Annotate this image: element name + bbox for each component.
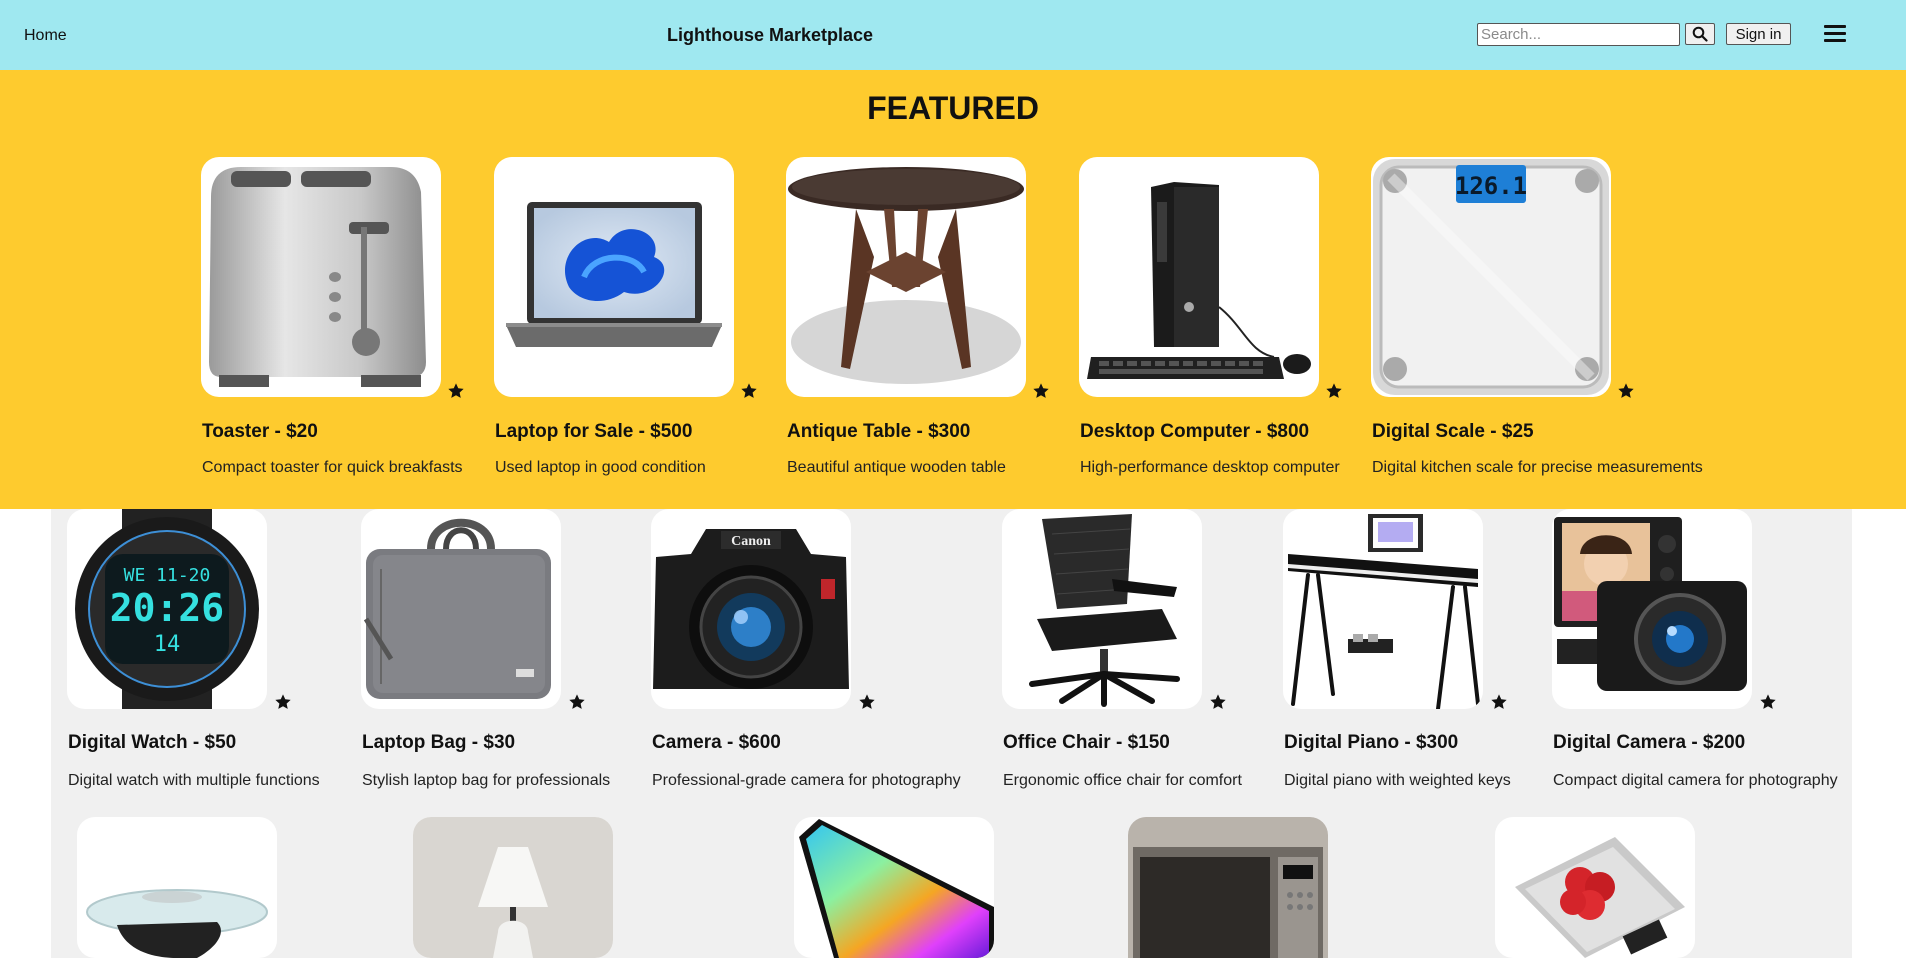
product-title[interactable]: Laptop Bag - $30 (362, 732, 515, 754)
product-title[interactable]: Digital Piano - $300 (1284, 732, 1458, 754)
favorite-star-icon[interactable] (1617, 382, 1635, 400)
piano-image[interactable] (1283, 509, 1483, 709)
product-description: Used laptop in good condition (495, 459, 706, 476)
product-title[interactable]: Camera - $600 (652, 732, 781, 754)
watch-display-main: 20:26 (110, 586, 224, 630)
monitor-image[interactable] (794, 817, 994, 958)
search-icon (1692, 26, 1708, 42)
favorite-star-icon[interactable] (1759, 693, 1777, 711)
product-description: Digital watch with multiple functions (68, 772, 320, 789)
product-description: Beautiful antique wooden table (787, 459, 1006, 476)
top-navbar: Home Lighthouse Marketplace Sign in (0, 0, 1906, 70)
camera-image[interactable]: Canon (651, 509, 851, 709)
favorite-star-icon[interactable] (858, 693, 876, 711)
kitchen-scale-image[interactable] (1495, 817, 1695, 958)
favorite-star-icon[interactable] (1209, 693, 1227, 711)
site-title: Lighthouse Marketplace (667, 25, 874, 45)
product-description: Stylish laptop bag for professionals (362, 772, 611, 789)
glass-table-image[interactable] (77, 817, 277, 958)
product-description: High-performance desktop computer (1080, 459, 1340, 476)
laptop-bag-image[interactable] (361, 509, 561, 709)
product-title[interactable]: Digital Camera - $200 (1553, 732, 1745, 754)
watch-display-top: WE 11-20 (124, 565, 211, 586)
product-title[interactable]: Office Chair - $150 (1003, 732, 1170, 754)
favorite-star-icon[interactable] (1490, 693, 1508, 711)
featured-heading: FEATURED (867, 90, 1039, 126)
product-title[interactable]: Digital Watch - $50 (68, 732, 236, 754)
laptop-image[interactable] (494, 157, 734, 397)
favorite-star-icon[interactable] (274, 693, 292, 711)
table-image[interactable] (786, 157, 1026, 397)
lamp-image[interactable] (413, 817, 613, 958)
product-title[interactable]: Laptop for Sale - $500 (495, 421, 692, 443)
featured-section: FEATURED Toaster - $20 Compact toaster f… (0, 70, 1906, 509)
hamburger-menu-button[interactable] (1824, 24, 1848, 46)
product-description: Ergonomic office chair for comfort (1003, 772, 1242, 789)
product-title[interactable]: Digital Scale - $25 (1372, 421, 1534, 443)
sign-in-button[interactable]: Sign in (1726, 23, 1791, 45)
search-button[interactable] (1685, 23, 1715, 45)
product-description: Digital piano with weighted keys (1284, 772, 1511, 789)
favorite-star-icon[interactable] (568, 693, 586, 711)
toaster-image[interactable] (201, 157, 441, 397)
compact-camera-image[interactable] (1552, 509, 1752, 709)
product-description: Compact digital camera for photography (1553, 772, 1838, 789)
product-title[interactable]: Toaster - $20 (202, 421, 318, 443)
camera-brand-label: Canon (731, 534, 771, 549)
product-description: Compact toaster for quick breakfasts (202, 459, 463, 476)
product-title[interactable]: Antique Table - $300 (787, 421, 970, 443)
product-description: Professional-grade camera for photograph… (652, 772, 961, 789)
watch-display-bottom: 14 (154, 632, 181, 657)
watch-image[interactable]: WE 11-20 20:26 14 (67, 509, 267, 709)
search-input[interactable] (1477, 23, 1680, 46)
favorite-star-icon[interactable] (447, 382, 465, 400)
scale-image[interactable]: 126.1 (1371, 157, 1611, 397)
product-description: Digital kitchen scale for precise measur… (1372, 459, 1703, 476)
favorite-star-icon[interactable] (1325, 382, 1343, 400)
favorite-star-icon[interactable] (1032, 382, 1050, 400)
chair-image[interactable] (1002, 509, 1202, 709)
favorite-star-icon[interactable] (740, 382, 758, 400)
product-title[interactable]: Desktop Computer - $800 (1080, 421, 1309, 443)
microwave-image[interactable] (1128, 817, 1328, 958)
home-link[interactable]: Home (24, 27, 67, 45)
desktop-image[interactable] (1079, 157, 1319, 397)
scale-display: 126.1 (1455, 172, 1527, 200)
